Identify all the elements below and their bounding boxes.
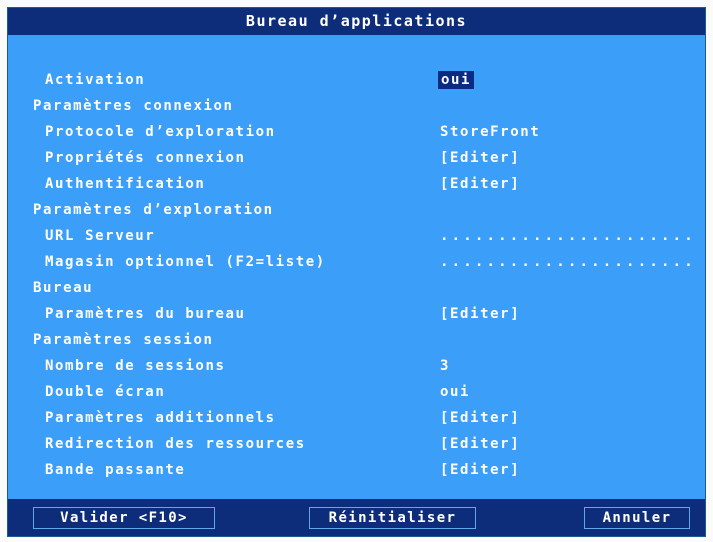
session-count-value[interactable]: 3: [440, 358, 450, 374]
additional-params-edit[interactable]: [Editer]: [440, 410, 520, 426]
settings-dialog: Bureau d’applications Activation oui Par…: [7, 7, 706, 537]
reset-button[interactable]: Réinitialiser: [309, 507, 476, 529]
section-label: Paramètres session: [33, 332, 214, 348]
bandwidth-edit[interactable]: [Editer]: [440, 462, 520, 478]
desktop-params-label: Paramètres du bureau: [45, 306, 246, 322]
section-label: Bureau: [33, 280, 94, 296]
validate-button[interactable]: Valider <F10>: [33, 507, 215, 529]
server-url-field[interactable]: ......................: [440, 228, 696, 244]
server-url-label: URL Serveur: [45, 228, 156, 244]
resource-redirection-label: Redirection des ressources: [45, 436, 306, 452]
authentication-edit[interactable]: [Editer]: [440, 176, 520, 192]
row-connection-properties[interactable]: Propriétés connexion [Editer]: [8, 146, 705, 172]
row-optional-store[interactable]: Magasin optionnel (F2=liste) ...........…: [8, 250, 705, 276]
browsing-protocol-value[interactable]: StoreFront: [440, 124, 540, 140]
row-additional-params[interactable]: Paramètres additionnels [Editer]: [8, 406, 705, 432]
section-session-params: Paramètres session: [8, 328, 705, 354]
dual-screen-value[interactable]: oui: [440, 384, 470, 400]
section-label: Paramètres d’exploration: [33, 202, 274, 218]
row-desktop-params[interactable]: Paramètres du bureau [Editer]: [8, 302, 705, 328]
row-authentication[interactable]: Authentification [Editer]: [8, 172, 705, 198]
additional-params-label: Paramètres additionnels: [45, 410, 276, 426]
button-bar: Valider <F10> Réinitialiser Annuler: [8, 499, 705, 536]
bandwidth-label: Bande passante: [45, 462, 186, 478]
row-dual-screen[interactable]: Double écran oui: [8, 380, 705, 406]
resource-redirection-edit[interactable]: [Editer]: [440, 436, 520, 452]
section-desktop: Bureau: [8, 276, 705, 302]
row-resource-redirection[interactable]: Redirection des ressources [Editer]: [8, 432, 705, 458]
connection-properties-label: Propriétés connexion: [45, 150, 246, 166]
connection-properties-edit[interactable]: [Editer]: [440, 150, 520, 166]
activation-value[interactable]: oui: [438, 71, 475, 89]
optional-store-label: Magasin optionnel (F2=liste): [45, 254, 326, 270]
activation-label: Activation: [45, 72, 146, 88]
cancel-button[interactable]: Annuler: [584, 507, 690, 529]
section-browsing-params: Paramètres d’exploration: [8, 198, 705, 224]
row-activation[interactable]: Activation oui: [8, 68, 705, 94]
desktop-params-edit[interactable]: [Editer]: [440, 306, 520, 322]
optional-store-field[interactable]: ......................: [440, 254, 696, 270]
authentication-label: Authentification: [45, 176, 206, 192]
row-bandwidth[interactable]: Bande passante [Editer]: [8, 458, 705, 484]
dialog-title: Bureau d’applications: [8, 8, 705, 35]
row-browsing-protocol[interactable]: Protocole d’exploration StoreFront: [8, 120, 705, 146]
session-count-label: Nombre de sessions: [45, 358, 226, 374]
row-session-count[interactable]: Nombre de sessions 3: [8, 354, 705, 380]
browsing-protocol-label: Protocole d’exploration: [45, 124, 276, 140]
section-connection-params: Paramètres connexion: [8, 94, 705, 120]
section-label: Paramètres connexion: [33, 98, 234, 114]
dual-screen-label: Double écran: [45, 384, 166, 400]
row-server-url[interactable]: URL Serveur ......................: [8, 224, 705, 250]
